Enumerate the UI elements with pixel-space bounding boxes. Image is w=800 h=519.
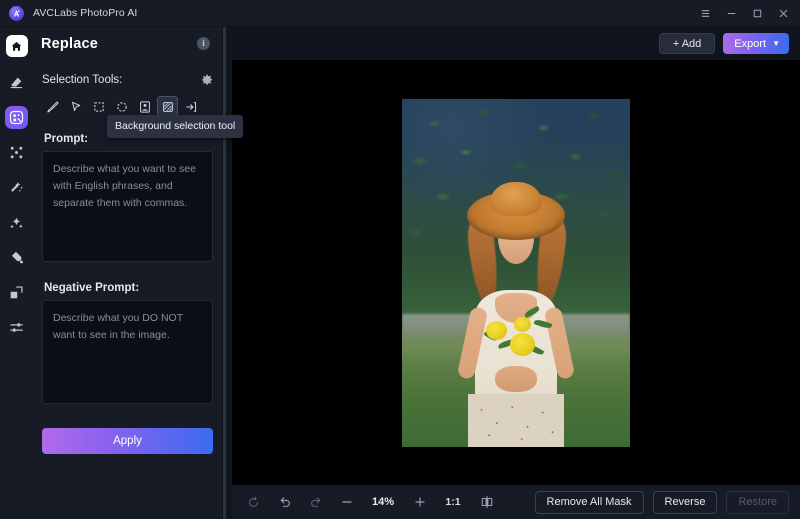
apply-button[interactable]: Apply — [42, 428, 213, 454]
zoom-in-icon[interactable] — [404, 491, 435, 513]
remove-all-mask-button[interactable]: Remove All Mask — [535, 491, 644, 514]
actual-size-button[interactable]: 1:1 — [435, 491, 471, 513]
home-icon[interactable] — [6, 35, 28, 57]
add-button[interactable]: + Add — [659, 33, 715, 54]
tool-rail — [0, 27, 33, 519]
maximize-icon[interactable] — [744, 1, 770, 25]
negative-prompt-label: Negative Prompt: — [44, 282, 213, 294]
image-skirt — [468, 394, 564, 446]
close-icon[interactable] — [770, 1, 796, 25]
zoom-out-icon[interactable] — [331, 491, 362, 513]
application-window: AVCLabs PhotoPro AI — [0, 0, 800, 519]
app-title: AVCLabs PhotoPro AI — [33, 7, 137, 19]
panel-body: Selection Tools: — [33, 60, 222, 519]
tool-lasso[interactable] — [65, 96, 86, 117]
avclabs-logo-icon — [9, 6, 24, 21]
menu-icon[interactable] — [692, 1, 718, 25]
info-icon[interactable]: i — [197, 37, 210, 50]
tooltip: Background selection tool — [107, 115, 243, 138]
rail-item-replace[interactable] — [5, 106, 28, 129]
zoom-level[interactable]: 14% — [362, 496, 404, 508]
chevron-down-icon: ▼ — [772, 40, 780, 48]
rail-item-expand[interactable] — [5, 281, 28, 304]
main-toolbar: + Add Export ▼ — [226, 27, 800, 60]
prompt-input[interactable]: Describe what you want to see with Engli… — [42, 151, 213, 262]
preview-image[interactable] — [402, 99, 630, 447]
rail-item-retouch[interactable] — [5, 176, 28, 199]
reset-circle-icon[interactable] — [238, 491, 269, 513]
window-body: Replace i Selection Tools: — [0, 27, 800, 519]
compare-split-icon[interactable] — [471, 491, 502, 513]
tool-background[interactable] — [157, 96, 178, 117]
redo-icon[interactable] — [300, 491, 331, 513]
tool-import-mask[interactable] — [180, 96, 201, 117]
tool-rectangle[interactable] — [88, 96, 109, 117]
rail-item-colorize[interactable] — [5, 246, 28, 269]
rail-item-adjust[interactable] — [5, 316, 28, 339]
image-hat-crown — [490, 182, 542, 216]
export-button[interactable]: Export ▼ — [723, 33, 789, 54]
rail-item-erase[interactable] — [5, 71, 28, 94]
tool-brush[interactable] — [42, 96, 63, 117]
panel-header: Replace i — [33, 27, 222, 60]
tool-ellipse[interactable] — [111, 96, 132, 117]
page-title: Replace — [41, 36, 98, 52]
undo-icon[interactable] — [269, 491, 300, 513]
selection-tools-group — [42, 96, 213, 117]
image-flowers — [480, 307, 552, 365]
restore-button: Restore — [726, 491, 789, 514]
reverse-button[interactable]: Reverse — [653, 491, 718, 514]
canvas[interactable] — [232, 60, 800, 485]
rail-item-effects[interactable] — [5, 211, 28, 234]
selection-tools-row: Selection Tools: — [42, 67, 213, 93]
gear-icon[interactable] — [201, 74, 213, 86]
export-button-label: Export — [734, 38, 766, 50]
minimize-icon[interactable] — [718, 1, 744, 25]
left-panel: Replace i Selection Tools: — [33, 27, 222, 519]
title-bar: AVCLabs PhotoPro AI — [0, 0, 800, 27]
rail-item-enhance[interactable] — [5, 141, 28, 164]
image-hands — [495, 366, 537, 392]
selection-tools-label: Selection Tools: — [42, 74, 122, 86]
zoom-controls: 14% 1:1 — [232, 491, 502, 513]
main-area: + Add Export ▼ — [226, 27, 800, 519]
bottom-toolbar: 14% 1:1 Remove All Mask Reverse Restore — [232, 485, 800, 519]
tool-subject[interactable] — [134, 96, 155, 117]
negative-prompt-input[interactable]: Describe what you DO NOT want to see in … — [42, 300, 213, 404]
